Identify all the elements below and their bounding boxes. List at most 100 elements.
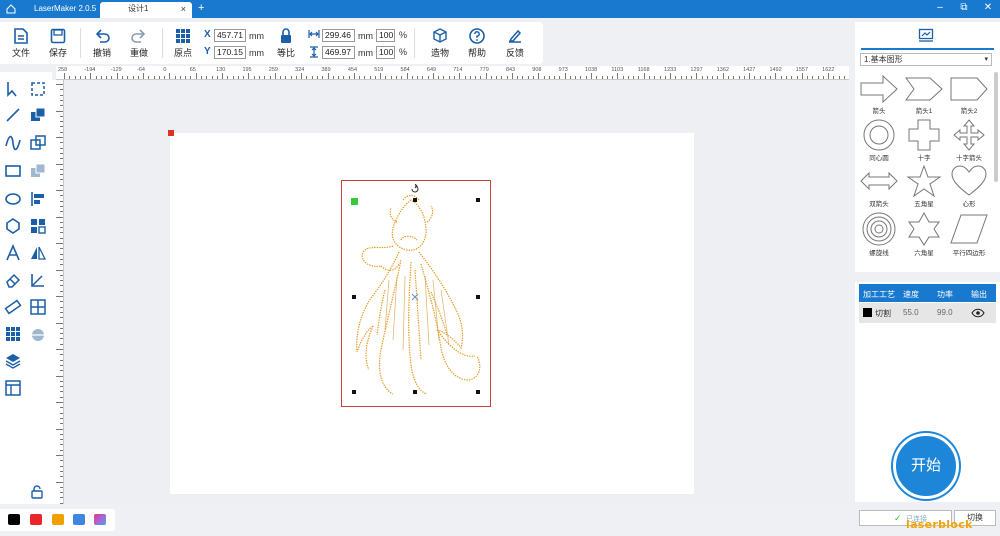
help-button[interactable]: 帮助 xyxy=(459,25,495,61)
ruler-tick xyxy=(353,73,355,79)
ruler-tick xyxy=(60,386,63,388)
select-arrow-icon[interactable] xyxy=(4,80,22,98)
material-library-icon[interactable] xyxy=(4,379,22,397)
group-icon[interactable] xyxy=(29,162,47,180)
star5-icon xyxy=(906,165,942,197)
resize-handle[interactable] xyxy=(413,390,417,394)
table-row[interactable]: 切割 55.0 99.0 xyxy=(859,303,996,323)
ruler-tick xyxy=(280,76,282,79)
ruler-tick xyxy=(179,76,181,79)
origin-button[interactable]: 原点 xyxy=(165,25,201,61)
tab-close-button[interactable]: × xyxy=(181,2,186,16)
combine-icon[interactable] xyxy=(29,134,47,152)
ruler-tick xyxy=(60,232,63,234)
width-input[interactable]: 299.46 xyxy=(322,29,355,42)
add-tab-button[interactable]: + xyxy=(198,2,204,14)
minimize-button[interactable]: – xyxy=(932,2,948,13)
x-position-input[interactable]: 457.71 xyxy=(214,29,246,42)
feedback-button[interactable]: 反馈 xyxy=(497,25,533,61)
canvas-lock-icon[interactable] xyxy=(30,485,44,499)
text-tool-icon[interactable] xyxy=(4,244,22,262)
rotate-icon[interactable] xyxy=(410,184,420,194)
resize-handle[interactable] xyxy=(476,390,480,394)
shape-arrow1[interactable]: 箭头1 xyxy=(902,74,946,122)
ruler-tick xyxy=(60,89,63,91)
curve-tool-icon[interactable] xyxy=(4,134,22,152)
resize-handle[interactable] xyxy=(352,390,356,394)
polygon-tool-icon[interactable] xyxy=(4,217,22,235)
ruler-tick xyxy=(60,211,63,213)
color-swatch-orange[interactable] xyxy=(52,514,64,525)
color-palette xyxy=(0,509,115,531)
create-button[interactable]: 造物 xyxy=(422,25,458,61)
resize-handle[interactable] xyxy=(352,295,356,299)
ruler-tick xyxy=(60,449,63,451)
y-position-input[interactable]: 170.15 xyxy=(214,46,246,59)
shape-parallelogram[interactable]: 平行四边形 xyxy=(947,212,991,260)
close-window-button[interactable]: ✕ xyxy=(980,2,996,13)
shape-heart[interactable]: 心形 xyxy=(947,165,991,213)
width-percent-input[interactable]: 100 xyxy=(376,29,395,42)
boolean-icon[interactable] xyxy=(29,325,47,343)
redo-button[interactable]: 重做 xyxy=(121,25,157,61)
shape-cross[interactable]: 十字 xyxy=(902,119,946,167)
shape-double-arrow[interactable]: 双箭头 xyxy=(857,165,901,213)
selection-anchor[interactable] xyxy=(351,198,358,205)
shape-cross-arrows[interactable]: 十字箭头 xyxy=(947,119,991,167)
tab-app[interactable]: LaserMaker 2.0.5 xyxy=(14,2,100,18)
node-edit-icon[interactable] xyxy=(29,80,47,98)
shape-star6[interactable]: 六角星 xyxy=(902,212,946,260)
proportional-lock-button[interactable]: 等比 xyxy=(268,25,304,61)
ruler-tick xyxy=(60,364,63,366)
resize-handle[interactable] xyxy=(413,198,417,202)
undo-button[interactable]: 撤销 xyxy=(84,25,120,61)
resize-handle[interactable] xyxy=(476,295,480,299)
align-left-icon[interactable] xyxy=(29,190,47,208)
shape-library-icon[interactable] xyxy=(918,28,934,42)
shape-concentric-circle[interactable]: 同心圆 xyxy=(857,119,901,167)
shape-arrow2[interactable]: 箭头2 xyxy=(947,74,991,122)
height-percent-input[interactable]: 100 xyxy=(376,46,395,59)
color-swatch-more[interactable] xyxy=(94,514,106,525)
shape-label: 心形 xyxy=(962,201,976,208)
save-button[interactable]: 保存 xyxy=(40,25,76,61)
shape-arrow[interactable]: 箭头 xyxy=(857,74,901,122)
mirror-icon[interactable] xyxy=(29,244,47,262)
file-button[interactable]: 文件 xyxy=(3,25,39,61)
ruler-tick-label: 195 xyxy=(242,67,252,73)
ellipse-tool-icon[interactable] xyxy=(4,190,22,208)
layers-icon[interactable] xyxy=(4,352,22,370)
array-icon[interactable] xyxy=(29,298,47,316)
shape-label: 五角星 xyxy=(914,201,934,208)
resize-handle[interactable] xyxy=(476,198,480,202)
distribute-grid-icon[interactable] xyxy=(29,217,47,235)
shape-panel-scrollbar[interactable] xyxy=(994,72,998,182)
shape-spiral[interactable]: 螺旋线 xyxy=(857,212,901,260)
shape-category-select[interactable]: 1.基本图形 ▾ xyxy=(860,53,992,66)
toolbar-divider xyxy=(80,28,81,58)
ruler-tick xyxy=(60,476,63,478)
measure-angle-icon[interactable] xyxy=(29,271,47,289)
ruler-tick xyxy=(264,76,266,79)
height-input[interactable]: 469.97 xyxy=(322,46,355,59)
color-swatch-black[interactable] xyxy=(8,514,20,525)
color-swatch-blue[interactable] xyxy=(73,514,85,525)
parallelogram-icon xyxy=(950,214,988,244)
ruler-tick xyxy=(60,317,63,319)
arrange-front-icon[interactable] xyxy=(29,106,47,124)
ruler-tick xyxy=(60,439,63,441)
rectangle-tool-icon[interactable] xyxy=(4,162,22,180)
line-tool-icon[interactable] xyxy=(4,106,22,124)
tab-design[interactable]: 设计1 × xyxy=(100,2,192,18)
x-unit: mm xyxy=(249,31,264,41)
ruler-tool-icon[interactable] xyxy=(4,298,22,316)
ruler-tick xyxy=(174,76,176,79)
eraser-icon[interactable] xyxy=(4,271,22,289)
grid-tool-icon[interactable] xyxy=(4,325,22,343)
shape-star5[interactable]: 五角星 xyxy=(902,165,946,213)
eye-icon[interactable] xyxy=(971,308,985,318)
restore-button[interactable]: ⧉ xyxy=(956,2,972,13)
start-button[interactable]: 开始 xyxy=(893,433,959,499)
horizontal-ruler: 258 -194 -129 -64 0 65 130 195 259 324 389 454 519 58… xyxy=(56,66,849,80)
color-swatch-red[interactable] xyxy=(30,514,42,525)
